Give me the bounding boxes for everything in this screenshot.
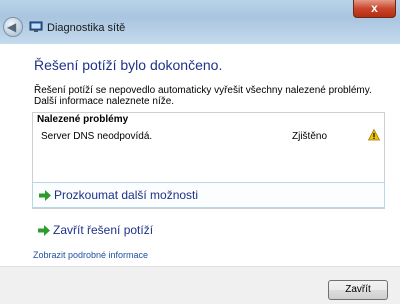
description-text: Řešení potíží se nepovedlo automaticky v… — [34, 85, 372, 107]
footer-bar: Zavřít — [0, 266, 400, 304]
problem-row[interactable]: Server DNS neodpovídá. Zjištěno — [33, 125, 384, 147]
problem-text: Server DNS neodpovídá. — [41, 131, 153, 142]
main-content: Řešení potíží bylo dokončeno. Řešení pot… — [0, 44, 400, 266]
back-arrow-icon: ◀ — [7, 20, 17, 34]
problems-header: Nalezené problémy — [37, 114, 129, 125]
view-details-link[interactable]: Zobrazit podrobné informace — [33, 250, 148, 260]
close-troubleshooter-button[interactable]: Zavřít řešení potíží — [32, 218, 385, 244]
green-arrow-icon — [39, 190, 51, 201]
problem-status: Zjištěno — [292, 131, 328, 142]
window-title: Diagnostika sítě — [47, 22, 126, 34]
network-diagnostics-icon — [29, 21, 43, 32]
warning-icon — [368, 129, 380, 141]
title-bar: ◀ Diagnostika sítě x — [0, 0, 400, 44]
explore-options-button[interactable]: Prozkoumat další možnosti — [32, 182, 385, 208]
close-button[interactable]: Zavřít — [328, 280, 388, 300]
explore-options-label: Prozkoumat další možnosti — [54, 188, 199, 202]
close-icon: x — [371, 1, 378, 15]
close-troubleshooter-label: Zavřít řešení potíží — [53, 223, 154, 237]
page-heading: Řešení potíží bylo dokončeno. — [34, 57, 223, 73]
green-arrow-icon — [38, 225, 50, 236]
troubleshooter-window: ◀ Diagnostika sítě x Řešení potíží bylo … — [0, 0, 400, 304]
close-window-button[interactable]: x — [353, 0, 396, 18]
back-button[interactable]: ◀ — [3, 17, 23, 37]
